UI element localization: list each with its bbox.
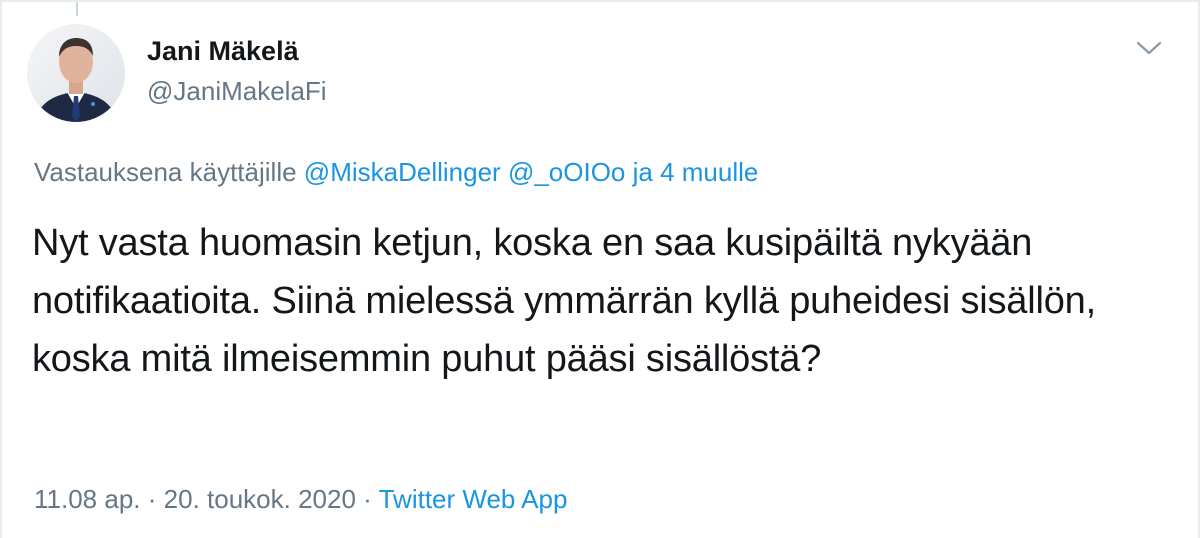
author-handle[interactable]: @JaniMakelaFi	[147, 76, 327, 107]
tweet-metadata: 11.08 ap. · 20. toukok. 2020 · Twitter W…	[34, 484, 567, 515]
tweet-source-link[interactable]: Twitter Web App	[379, 484, 568, 514]
tweet-text: Nyt vasta huomasin ketjun, koska en saa …	[32, 222, 1096, 380]
author-display-name[interactable]: Jani Mäkelä	[147, 36, 299, 67]
meta-separator: ·	[363, 484, 372, 514]
thread-connector-line	[76, 2, 78, 16]
tweet-date[interactable]: 20. toukok. 2020	[164, 484, 356, 514]
profile-photo-icon	[27, 24, 125, 122]
chevron-down-icon	[1136, 41, 1162, 55]
avatar[interactable]	[27, 24, 125, 122]
tweet-menu-button[interactable]	[1135, 36, 1163, 60]
mention-link-miskadellinger[interactable]: @MiskaDellinger	[304, 157, 501, 187]
mention-link-oolo[interactable]: @_oOIOo	[508, 157, 625, 187]
tweet-card: Jani Mäkelä @JaniMakelaFi Vastauksena kä…	[0, 0, 1200, 538]
meta-separator: ·	[147, 484, 157, 514]
mention-others-link[interactable]: ja 4 muulle	[633, 157, 759, 187]
reply-prefix: Vastauksena käyttäjille	[34, 157, 297, 187]
tweet-time[interactable]: 11.08 ap.	[34, 484, 141, 514]
reply-context: Vastauksena käyttäjille @MiskaDellinger …	[34, 157, 758, 188]
